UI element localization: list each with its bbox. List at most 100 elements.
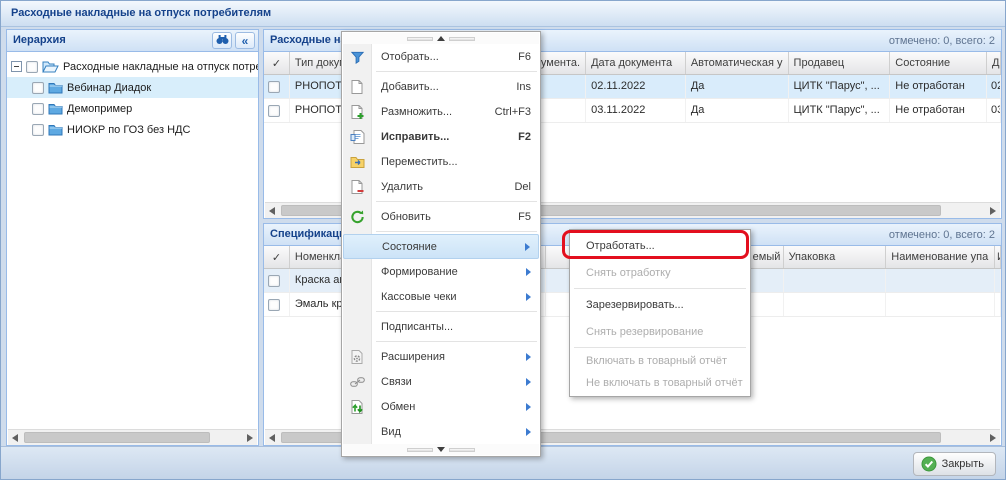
cell-emyj: [751, 293, 784, 316]
column-doc-date[interactable]: Дата документа: [586, 52, 686, 74]
menu-item-refresh[interactable]: Обновить F5: [343, 204, 539, 229]
page-edit-icon: [350, 129, 365, 144]
cell-seller: ЦИТК "Парус", ...: [789, 75, 891, 98]
menu-item-move[interactable]: Переместить...: [343, 149, 539, 174]
menu-item-label: Связи: [381, 376, 520, 388]
tree-item-checkbox[interactable]: [32, 103, 44, 115]
column-auto[interactable]: Автоматическая у: [686, 52, 789, 74]
tree-item[interactable]: Вебинар Диадок: [7, 77, 258, 98]
menu-item-exchange[interactable]: Обмен: [343, 394, 539, 419]
tree-item-label: Демопример: [67, 103, 132, 115]
collapse-panel-button[interactable]: «: [235, 32, 255, 49]
arrow-up-icon: [437, 36, 445, 41]
refresh-icon: [350, 209, 365, 224]
hierarchy-tree: Расходные накладные на отпуск потре Веби…: [7, 52, 258, 428]
submenu-arrow-icon: [526, 403, 531, 411]
menu-item-state[interactable]: Состояние: [343, 234, 539, 259]
app-window: Расходные накладные на отпуск потребител…: [0, 0, 1006, 480]
menu-item-label: Размножить...: [381, 106, 485, 118]
menu-item-label: Расширения: [381, 351, 520, 363]
menu-item-label: Состояние: [382, 241, 519, 253]
tree-item-checkbox[interactable]: [32, 124, 44, 136]
column-check[interactable]: ✓: [264, 246, 290, 268]
cell-pack-name: [886, 293, 995, 316]
submenu-item-label: Включать в товарный отчёт: [586, 355, 727, 367]
scroll-left-icon[interactable]: [12, 434, 18, 442]
menu-item-receipts[interactable]: Кассовые чеки: [343, 284, 539, 309]
submenu-item-reserve[interactable]: Зарезервировать...: [571, 291, 749, 318]
menu-item-label: Вид: [381, 426, 520, 438]
submenu-item-unreserve: Снять резервирование: [571, 318, 749, 345]
cell-d: 02: [987, 75, 1001, 98]
collapse-node-icon[interactable]: [11, 61, 22, 72]
tree-item-label: Расходные накладные на отпуск потре: [63, 61, 258, 73]
cell-state: Не отработан: [890, 75, 987, 98]
submenu-item-label: Зарезервировать...: [586, 299, 684, 311]
column-pack-name[interactable]: Наименование упа: [886, 246, 995, 268]
menu-separator: [574, 347, 746, 348]
menu-scroll-down[interactable]: [343, 444, 539, 455]
tree-item[interactable]: НИОКР по ГОЗ без НДС: [7, 119, 258, 140]
column-d[interactable]: Д: [987, 52, 1001, 74]
close-button[interactable]: Закрыть: [913, 452, 996, 476]
menu-item-signers[interactable]: Подписанты...: [343, 314, 539, 339]
menu-item-filter[interactable]: Отобрать... F6: [343, 44, 539, 69]
page-minus-icon: [350, 179, 365, 194]
menu-item-shortcut: F2: [518, 131, 531, 143]
menu-item-add[interactable]: Добавить... Ins: [343, 74, 539, 99]
column-pack[interactable]: Упаковка: [784, 246, 887, 268]
tree-item-checkbox[interactable]: [32, 82, 44, 94]
menu-item-delete[interactable]: Удалить Del: [343, 174, 539, 199]
arrow-down-icon: [437, 447, 445, 452]
submenu-item-exclude-report: Не включать в товарный отчёт: [571, 372, 749, 394]
column-seller[interactable]: Продавец: [789, 52, 891, 74]
menu-separator: [376, 341, 537, 342]
column-state[interactable]: Состояние: [890, 52, 987, 74]
row-checkbox[interactable]: [268, 299, 280, 311]
link-icon: [350, 376, 365, 388]
decorative-line: [449, 448, 475, 452]
cell-pack-name: [886, 269, 995, 292]
menu-item-forming[interactable]: Формирование: [343, 259, 539, 284]
cell-d: 03: [987, 99, 1001, 122]
window-title: Расходные накладные на отпуск потребител…: [11, 7, 271, 19]
column-i[interactable]: И: [995, 246, 1001, 268]
column-emyj[interactable]: емый: [751, 246, 784, 268]
scroll-left-icon[interactable]: [269, 434, 275, 442]
hierarchy-hscrollbar[interactable]: [8, 429, 257, 445]
close-button-label: Закрыть: [942, 458, 984, 470]
submenu-item-label: Снять отработку: [586, 267, 671, 279]
scroll-right-icon[interactable]: [990, 207, 996, 215]
scroll-left-icon[interactable]: [269, 207, 275, 215]
submenu-item-label: Снять резервирование: [586, 326, 703, 338]
tree-item[interactable]: Демопример: [7, 98, 258, 119]
submenu-item-process[interactable]: Отработать...: [571, 232, 749, 259]
row-checkbox[interactable]: [268, 105, 280, 117]
menu-item-label: Обмен: [381, 401, 520, 413]
menu-separator: [574, 288, 746, 289]
scroll-right-icon[interactable]: [247, 434, 253, 442]
submenu-item-label: Отработать...: [586, 240, 655, 252]
menu-item-duplicate[interactable]: Размножить... Ctrl+F3: [343, 99, 539, 124]
cell-pack: [784, 269, 887, 292]
menu-item-links[interactable]: Связи: [343, 369, 539, 394]
tree-root-checkbox[interactable]: [26, 61, 38, 73]
page-plus-icon: [350, 104, 365, 119]
row-checkbox[interactable]: [268, 275, 280, 287]
specification-title: Спецификация: [270, 228, 352, 240]
menu-scroll-up[interactable]: [343, 33, 539, 44]
tree-item-root[interactable]: Расходные накладные на отпуск потре: [7, 56, 258, 77]
menu-item-extensions[interactable]: Расширения: [343, 344, 539, 369]
scroll-thumb[interactable]: [24, 432, 210, 443]
submenu-arrow-icon: [526, 293, 531, 301]
scroll-right-icon[interactable]: [990, 434, 996, 442]
submenu-arrow-icon: [526, 428, 531, 436]
cell-i: [995, 269, 1001, 292]
column-check[interactable]: ✓: [264, 52, 290, 74]
row-checkbox[interactable]: [268, 81, 280, 93]
submenu-arrow-icon: [525, 243, 530, 251]
find-button[interactable]: [212, 32, 232, 49]
check-circle-icon: [921, 456, 937, 472]
menu-item-view[interactable]: Вид: [343, 419, 539, 444]
menu-item-edit[interactable]: Исправить... F2: [343, 124, 539, 149]
